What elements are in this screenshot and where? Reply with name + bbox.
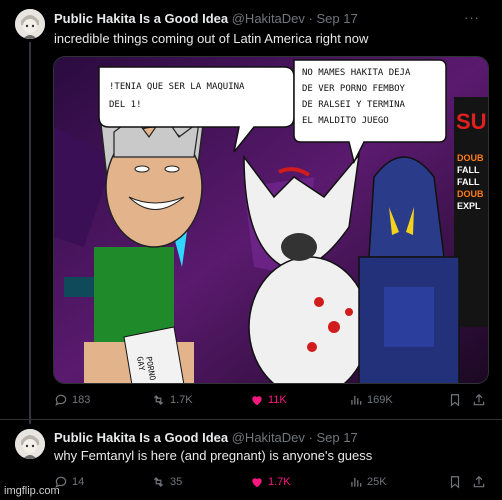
share-icon bbox=[473, 393, 485, 406]
tweet-2[interactable]: Public Hakita Is a Good Idea @HakitaDev … bbox=[0, 420, 502, 500]
view-count: 25K bbox=[367, 476, 387, 488]
reply-count: 183 bbox=[72, 394, 91, 406]
views-button[interactable]: 169K bbox=[349, 393, 393, 407]
repost-count: 1.7K bbox=[170, 394, 193, 406]
speech-line: NO MAMES HAKITA DEJA bbox=[302, 68, 411, 78]
like-button[interactable]: 11K bbox=[250, 393, 287, 407]
avatar[interactable] bbox=[15, 429, 45, 459]
view-count: 169K bbox=[367, 394, 393, 406]
speech-line: DE RALSEI Y TERMINA bbox=[302, 100, 406, 110]
like-button[interactable]: 1.7K bbox=[250, 475, 291, 489]
reply-button[interactable]: 183 bbox=[54, 393, 90, 407]
bookmark-icon bbox=[450, 394, 460, 407]
speech-line: DE VER PORNO FEMBOY bbox=[302, 84, 406, 94]
views-icon bbox=[351, 477, 362, 487]
meme-comic: SUP DOUB FALL FALL DOUB EXPL bbox=[54, 57, 489, 383]
speech-line: EL MALDITO JUEGO bbox=[302, 116, 389, 126]
reply-count: 14 bbox=[72, 476, 85, 488]
handle[interactable]: @HakitaDev bbox=[232, 430, 305, 445]
bookmark-icon bbox=[450, 476, 460, 489]
tweet-text: incredible things coming out of Latin Am… bbox=[54, 31, 369, 46]
share-button[interactable] bbox=[472, 393, 486, 407]
repost-count: 35 bbox=[170, 476, 183, 488]
heart-icon bbox=[252, 478, 262, 488]
tweet-header: Public Hakita Is a Good Idea @HakitaDev … bbox=[54, 11, 358, 26]
speech-line: !TENIA QUE SER LA MAQUINA bbox=[109, 82, 245, 92]
avatar[interactable] bbox=[15, 9, 45, 39]
porno-gay-sign: PORNO GAY bbox=[123, 326, 185, 383]
game-menu-item: FALL bbox=[457, 177, 480, 187]
views-button[interactable]: 25K bbox=[349, 475, 387, 489]
tweet-actions: 14 35 1.7K 25K bbox=[54, 475, 485, 493]
tweet-1[interactable]: Public Hakita Is a Good Idea @HakitaDev … bbox=[0, 0, 502, 424]
tweet-header: Public Hakita Is a Good Idea @HakitaDev … bbox=[54, 430, 358, 445]
bookmark-button[interactable] bbox=[448, 475, 462, 489]
tweet-image[interactable]: SUP DOUB FALL FALL DOUB EXPL bbox=[53, 56, 489, 384]
game-menu-item: EXPL bbox=[457, 201, 481, 211]
display-name[interactable]: Public Hakita Is a Good Idea bbox=[54, 11, 228, 26]
separator: · bbox=[308, 11, 313, 26]
handle[interactable]: @HakitaDev bbox=[232, 11, 305, 26]
timestamp[interactable]: Sep 17 bbox=[317, 11, 358, 26]
more-options-icon[interactable]: ··· bbox=[464, 10, 480, 25]
game-menu-item: DOUB bbox=[457, 189, 484, 199]
tweet-text: why Femtanyl is here (and pregnant) is a… bbox=[54, 448, 373, 463]
timestamp[interactable]: Sep 17 bbox=[317, 430, 358, 445]
repost-icon bbox=[154, 395, 163, 405]
like-count: 1.7K bbox=[268, 476, 291, 488]
reply-icon bbox=[55, 394, 67, 406]
game-title: SUP bbox=[456, 109, 489, 134]
display-name[interactable]: Public Hakita Is a Good Idea bbox=[54, 430, 228, 445]
share-icon bbox=[473, 475, 485, 488]
imgflip-watermark: imgflip.com bbox=[4, 485, 60, 497]
views-icon bbox=[351, 395, 362, 405]
bookmark-button[interactable] bbox=[448, 393, 462, 407]
share-button[interactable] bbox=[472, 475, 486, 489]
game-menu-item: FALL bbox=[457, 165, 480, 175]
repost-button[interactable]: 1.7K bbox=[151, 393, 193, 407]
thread-line bbox=[29, 42, 31, 424]
repost-icon bbox=[154, 477, 163, 487]
heart-icon bbox=[252, 396, 262, 406]
separator: · bbox=[308, 430, 313, 445]
speech-line: DEL 1! bbox=[109, 100, 142, 110]
tweet-actions: 183 1.7K 11K 169K bbox=[54, 393, 485, 411]
game-menu-item: DOUB bbox=[457, 153, 484, 163]
like-count: 11K bbox=[268, 394, 287, 406]
repost-button[interactable]: 35 bbox=[151, 475, 182, 489]
